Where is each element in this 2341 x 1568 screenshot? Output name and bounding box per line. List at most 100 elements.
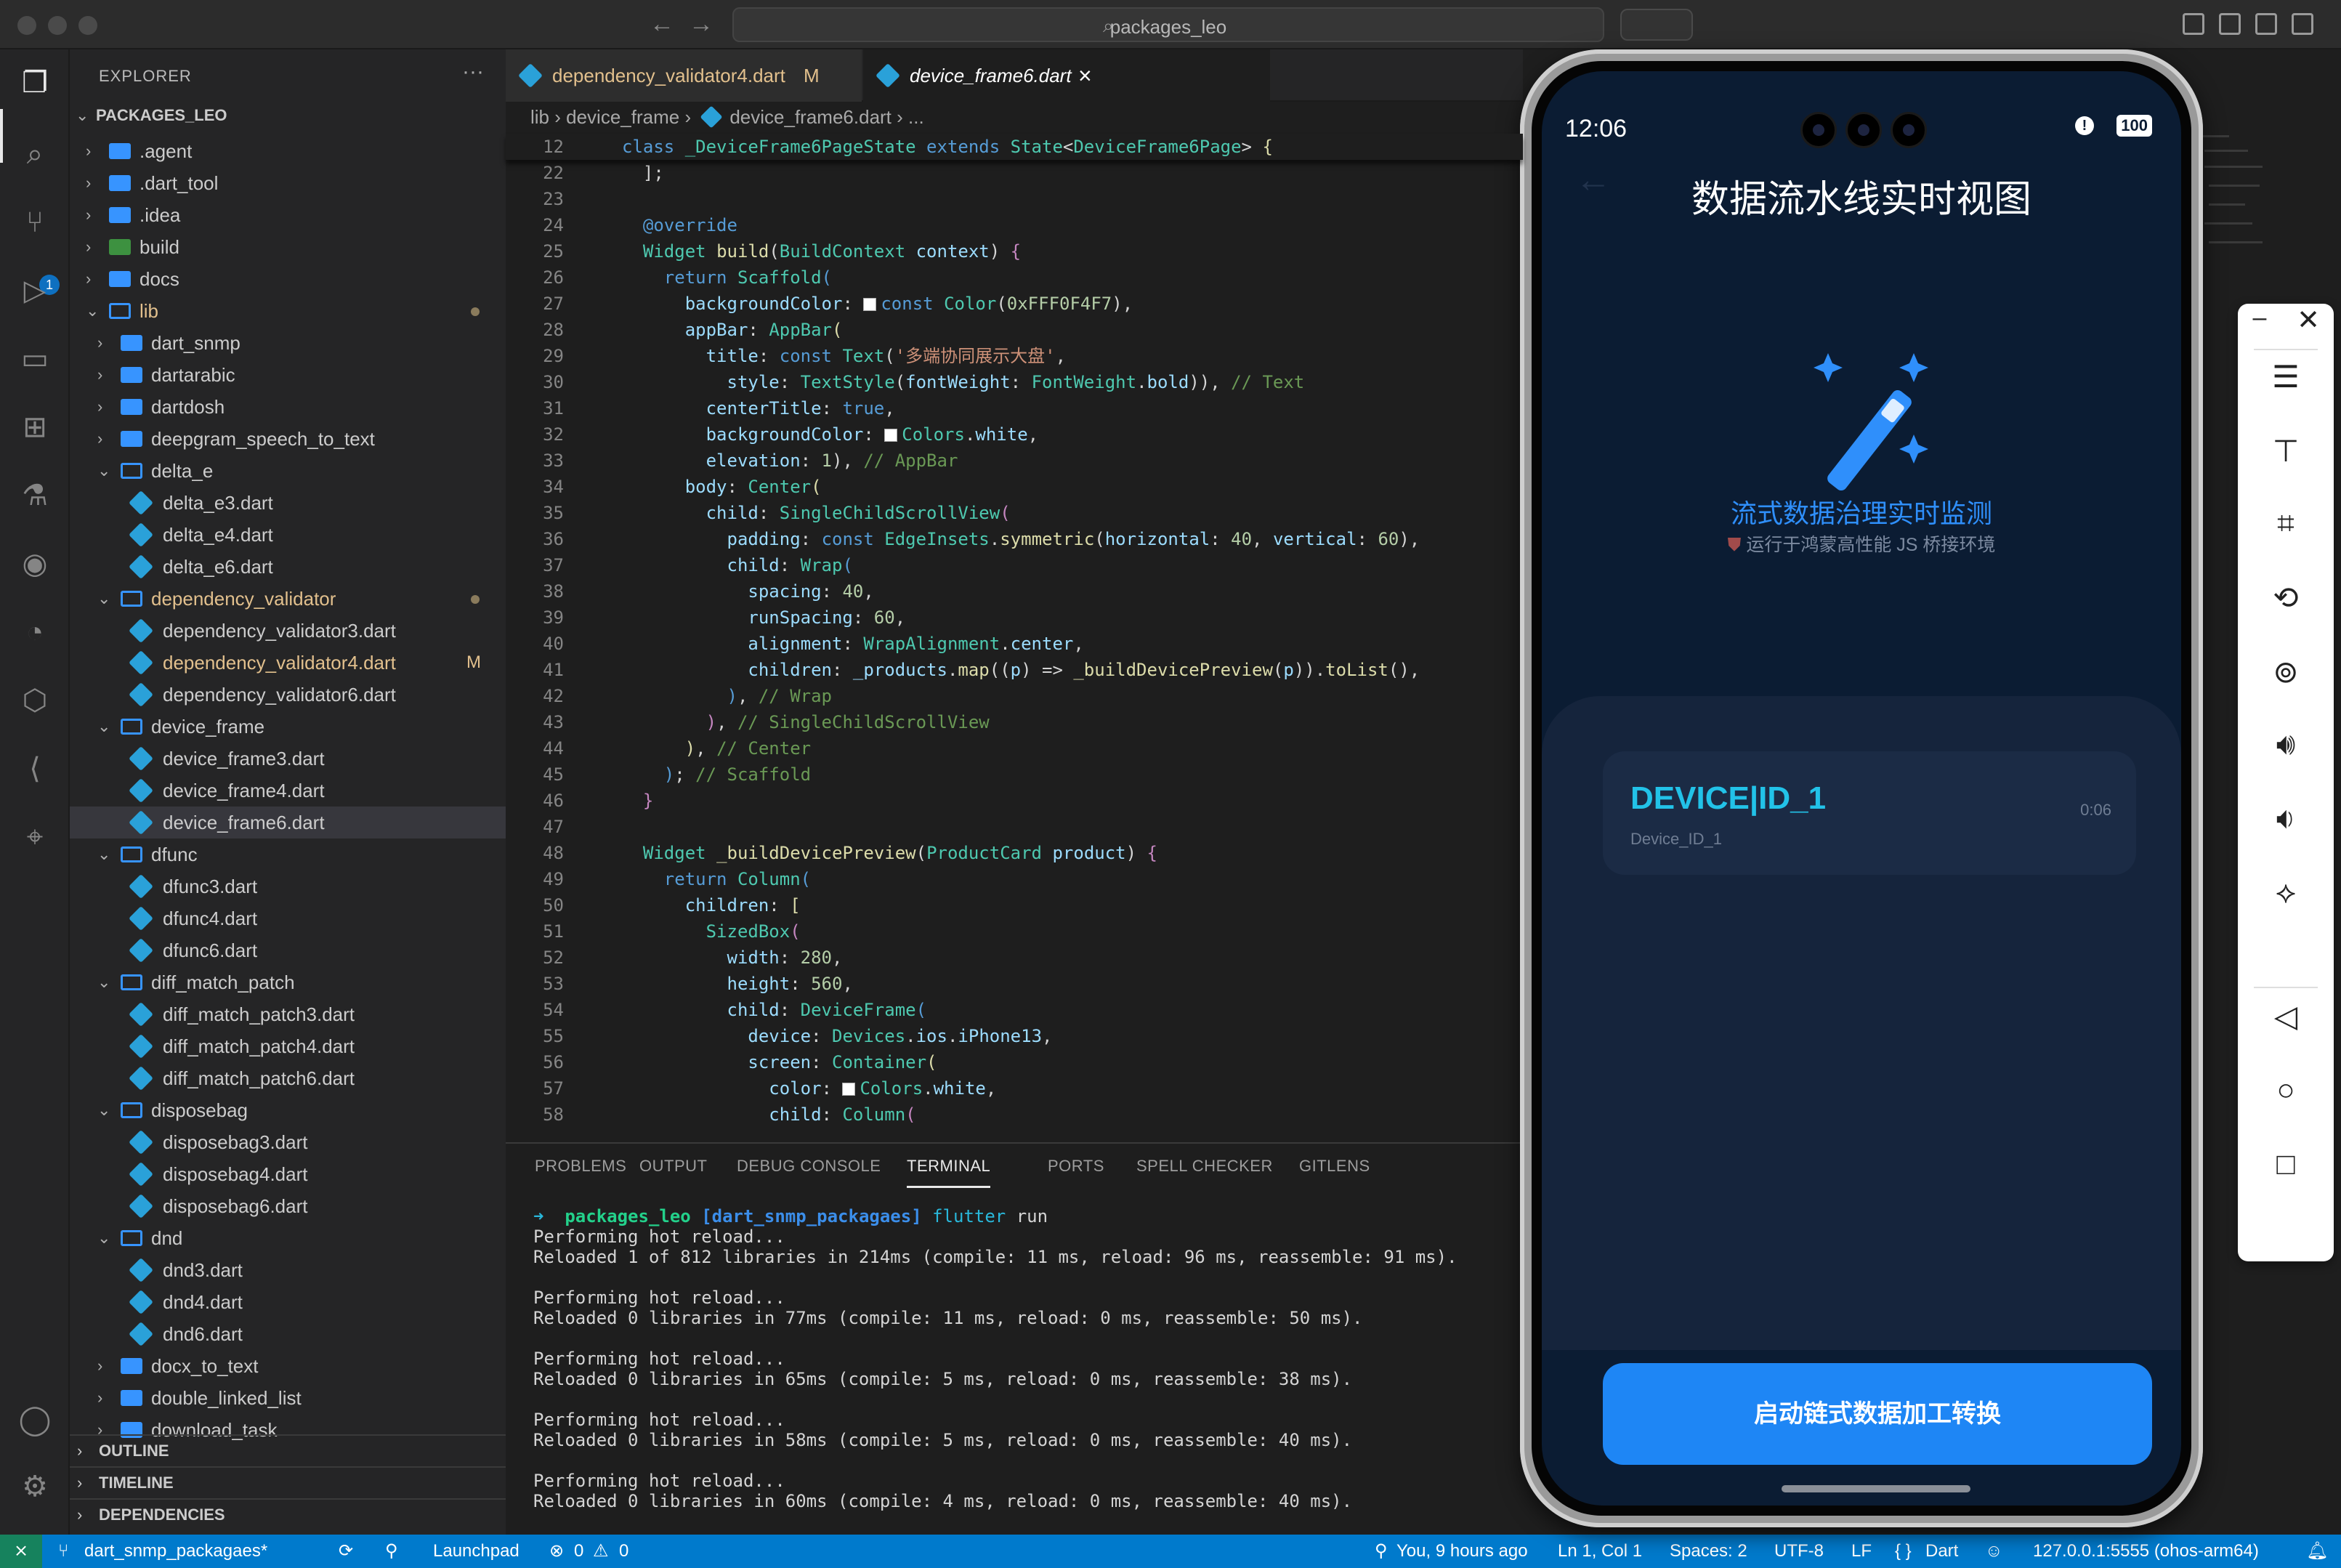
- file-item[interactable]: device_frame3.dart: [70, 743, 506, 775]
- code-line[interactable]: 40 alignment: WrapAlignment.center,: [506, 631, 1523, 657]
- search-icon[interactable]: ⌕: [16, 135, 54, 173]
- source-control-icon[interactable]: ⑂: [16, 203, 54, 241]
- file-item[interactable]: dependency_validator6.dart: [70, 679, 506, 711]
- code-line[interactable]: 45 ); // Scaffold: [506, 761, 1523, 788]
- status-cursor[interactable]: Ln 1, Col 1: [1558, 1535, 1642, 1568]
- settings-gear-icon[interactable]: ⚙: [16, 1468, 54, 1506]
- code-line[interactable]: 32 backgroundColor: Colors.white,: [506, 421, 1523, 448]
- code-line[interactable]: 58 child: Column(: [506, 1102, 1523, 1128]
- status-launchpad[interactable]: Launchpad: [433, 1535, 519, 1568]
- code-line[interactable]: 50 children: [: [506, 892, 1523, 918]
- nav-home-icon[interactable]: ○: [2238, 1072, 2334, 1107]
- folder-item[interactable]: ⌄ device_frame: [70, 711, 506, 743]
- file-item[interactable]: device_frame6.dart: [70, 807, 506, 838]
- code-line[interactable]: 28 appBar: AppBar(: [506, 317, 1523, 343]
- close-icon[interactable]: ✕: [2283, 304, 2334, 336]
- code-line[interactable]: 48 Widget _buildDevicePreview(ProductCar…: [506, 840, 1523, 866]
- code-line[interactable]: 30 style: TextStyle(fontWeight: FontWeig…: [506, 369, 1523, 395]
- file-item[interactable]: disposebag6.dart: [70, 1190, 506, 1222]
- code-line[interactable]: 27 backgroundColor: const Color(0xFFF0F4…: [506, 291, 1523, 317]
- file-item[interactable]: diff_match_patch3.dart: [70, 998, 506, 1030]
- folder-item[interactable]: › .idea: [70, 199, 506, 231]
- folder-item[interactable]: › .agent: [70, 135, 506, 167]
- file-item[interactable]: diff_match_patch6.dart: [70, 1062, 506, 1094]
- explorer-icon[interactable]: ❐: [16, 64, 54, 102]
- code-line[interactable]: 37 child: Wrap(: [506, 552, 1523, 578]
- rotate-icon[interactable]: ⟲: [2238, 580, 2334, 615]
- folder-item[interactable]: ⌄ dependency_validator: [70, 583, 506, 615]
- code-view[interactable]: 12 class _DeviceFrame6PageState extends S…: [506, 134, 1523, 1128]
- crop-icon[interactable]: ⌗: [2238, 506, 2334, 541]
- workspace-root[interactable]: ⌄ PACKAGES_LEO: [76, 106, 227, 125]
- file-item[interactable]: disposebag3.dart: [70, 1126, 506, 1158]
- file-item[interactable]: delta_e6.dart: [70, 551, 506, 583]
- tab-ports[interactable]: PORTS: [1048, 1157, 1104, 1176]
- folder-item[interactable]: › .dart_tool: [70, 167, 506, 199]
- toggle-primary-sidebar-icon[interactable]: [2219, 13, 2241, 35]
- code-line[interactable]: 23: [506, 186, 1523, 212]
- menu-icon[interactable]: ☰: [2238, 359, 2334, 395]
- notifications-bell-icon[interactable]: 🔔︎: [2306, 1535, 2328, 1568]
- nav-back-icon[interactable]: ◁: [2238, 998, 2334, 1034]
- toggle-panel-icon[interactable]: [2255, 13, 2277, 35]
- sticky-scroll-line[interactable]: 12 class _DeviceFrame6PageState extends S…: [506, 134, 1523, 160]
- code-line[interactable]: 46 }: [506, 788, 1523, 814]
- file-item[interactable]: dependency_validator3.dart: [70, 615, 506, 647]
- folder-item[interactable]: ⌄ diff_match_patch: [70, 966, 506, 998]
- code-line[interactable]: 49 return Column(: [506, 866, 1523, 892]
- code-line[interactable]: 34 body: Center(: [506, 474, 1523, 500]
- zoom-window-button[interactable]: [78, 16, 97, 35]
- tab-device-frame6[interactable]: device_frame6.dart ×: [863, 49, 1270, 102]
- file-item[interactable]: diff_match_patch4.dart: [70, 1030, 506, 1062]
- code-line[interactable]: 55 device: Devices.ios.iPhone13,: [506, 1023, 1523, 1049]
- folder-item[interactable]: › deepgram_speech_to_text: [70, 423, 506, 455]
- folder-item[interactable]: › dartarabic: [70, 359, 506, 391]
- code-line[interactable]: 29 title: const Text('多端协同展示大盘',: [506, 343, 1523, 369]
- sync-icon[interactable]: ⟳: [339, 1535, 353, 1568]
- breadcrumb-device-frame[interactable]: device_frame: [566, 106, 679, 128]
- file-item[interactable]: delta_e3.dart: [70, 487, 506, 519]
- code-line[interactable]: 31 centerTitle: true,: [506, 395, 1523, 421]
- tab-output[interactable]: OUTPUT: [639, 1157, 707, 1176]
- folder-item[interactable]: ⌄ lib: [70, 295, 506, 327]
- copilot-button[interactable]: [1620, 9, 1693, 41]
- file-item[interactable]: dfunc6.dart: [70, 934, 506, 966]
- code-line[interactable]: 39 runSpacing: 60,: [506, 605, 1523, 631]
- folder-item[interactable]: › docx_to_text: [70, 1350, 506, 1382]
- code-line[interactable]: 57 color: Colors.white,: [506, 1075, 1523, 1102]
- run-debug-icon[interactable]: ▷: [16, 272, 54, 310]
- folder-item[interactable]: › dartdosh: [70, 391, 506, 423]
- remote-explorer-icon[interactable]: ▭: [16, 340, 54, 378]
- folder-item[interactable]: ⌄ disposebag: [70, 1094, 506, 1126]
- back-arrow-icon[interactable]: ←: [650, 10, 674, 39]
- code-line[interactable]: 26 return Scaffold(: [506, 264, 1523, 291]
- tab-dependency-validator4[interactable]: dependency_validator4.dart M: [506, 49, 862, 102]
- volume-up-icon[interactable]: 🔊︎: [2238, 727, 2334, 762]
- timeline-icon[interactable]: ◔: [16, 613, 54, 651]
- tab-gitlens[interactable]: GITLENS: [1299, 1157, 1370, 1176]
- tab-debug-console[interactable]: DEBUG CONSOLE: [737, 1157, 881, 1176]
- code-line[interactable]: 36 padding: const EdgeInsets.symmetric(h…: [506, 526, 1523, 552]
- tab-terminal[interactable]: TERMINAL: [907, 1157, 991, 1188]
- code-line[interactable]: 54 child: DeviceFrame(: [506, 997, 1523, 1023]
- status-device[interactable]: 127.0.0.1:5555 (ohos-arm64): [2033, 1535, 2259, 1568]
- code-line[interactable]: 52 width: 280,: [506, 945, 1523, 971]
- folder-item[interactable]: ⌄ dnd: [70, 1222, 506, 1254]
- status-warnings[interactable]: 0: [619, 1535, 628, 1568]
- command-center-search[interactable]: ⌕ packages_leo: [732, 7, 1604, 42]
- code-line[interactable]: 24 @override: [506, 212, 1523, 238]
- home-indicator[interactable]: [1782, 1485, 1970, 1492]
- dependencies-section[interactable]: › DEPENDENCIES: [70, 1498, 506, 1530]
- status-spaces[interactable]: Spaces: 2: [1670, 1535, 1747, 1568]
- nav-recents-icon[interactable]: □: [2238, 1147, 2334, 1181]
- code-line[interactable]: 51 SizedBox(: [506, 918, 1523, 945]
- tab-spell-checker[interactable]: SPELL CHECKER: [1136, 1157, 1273, 1176]
- status-branch[interactable]: dart_snmp_packagaes*: [84, 1535, 267, 1568]
- testing-icon[interactable]: ⚗: [16, 477, 54, 514]
- flutter-icon[interactable]: ⟨: [16, 750, 54, 788]
- code-line[interactable]: 43 ), // SingleChildScrollView: [506, 709, 1523, 735]
- timeline-section[interactable]: › TIMELINE: [70, 1466, 506, 1498]
- phone-screen[interactable]: 12:06 ! 100 ← 数据流水线实时视图 流式数据治理实时监测 ⛊ 运行于…: [1542, 71, 2181, 1506]
- file-item[interactable]: dnd6.dart: [70, 1318, 506, 1350]
- minimize-icon[interactable]: –: [2238, 304, 2281, 332]
